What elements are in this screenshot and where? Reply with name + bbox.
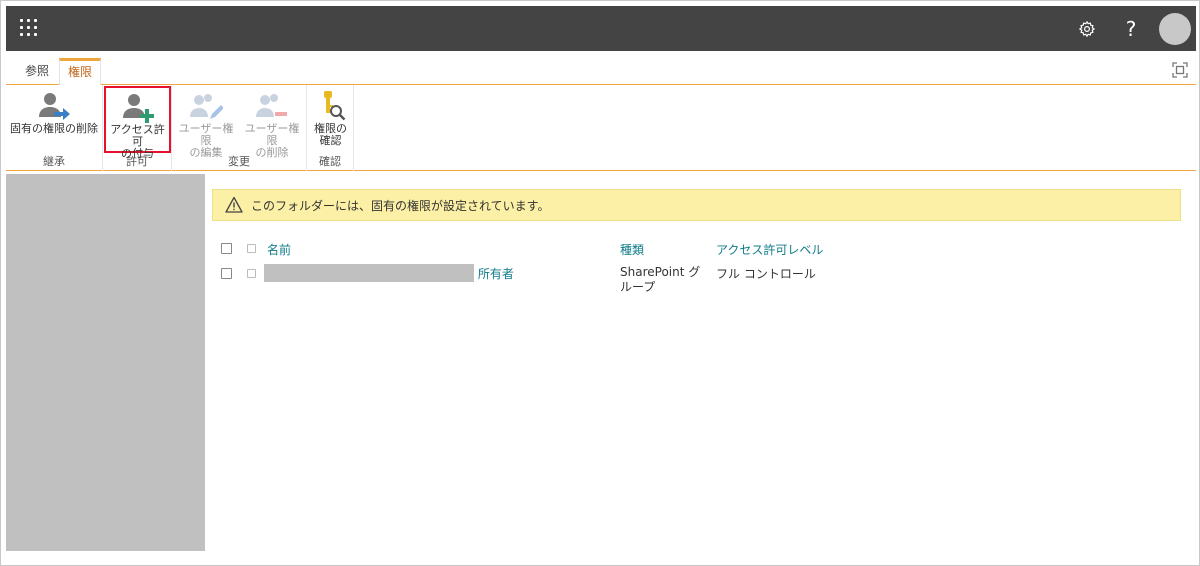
waffle-icon[interactable] (20, 19, 38, 37)
tab-browse[interactable]: 参照 (17, 58, 57, 85)
user-arrow-icon (39, 93, 70, 120)
ribbon-group-label: 継承 (43, 155, 65, 168)
row-item-checkbox[interactable] (247, 269, 256, 278)
ribbon-group-inherit: 固有の権限の削除 継承 (6, 85, 103, 171)
ribbon-group-label: 確認 (319, 155, 341, 168)
unique-permissions-warning: このフォルダーには、固有の権限が設定されています。 (212, 189, 1181, 221)
help-icon[interactable]: ? (1109, 12, 1153, 45)
row-permission-level: フル コントロール (716, 267, 816, 281)
grant-permissions-button[interactable]: アクセス許可 の付与 (104, 86, 171, 160)
group-name-link[interactable]: 所有者 (474, 265, 514, 282)
ribbon-group-label: 変更 (228, 155, 250, 168)
app-frame: ? 参照 権限 固有の権限の削除 継承 アクセス許可 の付与 許可 ユーザー権限… (0, 0, 1200, 566)
column-header-name[interactable]: 名前 (267, 241, 291, 258)
focus-on-content-icon[interactable] (1172, 62, 1188, 78)
suite-bar: ? (6, 6, 1196, 51)
ribbon-button-label: 固有の権限の削除 (10, 122, 98, 135)
remove-user-permissions-button[interactable]: ユーザー権限 の削除 (240, 87, 304, 159)
edit-user-permissions-button[interactable]: ユーザー権限 の編集 (174, 87, 238, 159)
key-search-icon (323, 91, 345, 121)
ribbon-tab-row: 参照 権限 (6, 51, 1196, 86)
tab-permissions[interactable]: 権限 (59, 58, 102, 86)
ribbon-group-modify: ユーザー権限 の編集 ユーザー権限 の削除 変更 (172, 85, 307, 171)
redacted-group-name (264, 264, 474, 282)
users-edit-icon (190, 94, 223, 119)
left-navigation (6, 174, 205, 551)
avatar[interactable] (1159, 12, 1191, 45)
column-header-permission-level[interactable]: アクセス許可レベル (716, 241, 823, 258)
user-add-icon (122, 94, 154, 123)
header-row-checkbox[interactable] (247, 244, 256, 253)
select-all-checkbox[interactable] (221, 243, 232, 254)
ribbon-group-grant: アクセス許可 の付与 許可 (103, 85, 172, 171)
ribbon-button-label: 権限の 確認 (314, 122, 347, 147)
column-header-type[interactable]: 種類 (620, 241, 644, 258)
users-remove-icon (256, 94, 287, 117)
check-permissions-button[interactable]: 権限の 確認 (309, 87, 352, 153)
ribbon-group-label: 許可 (126, 155, 148, 168)
row-type: SharePoint グ ループ (620, 265, 701, 294)
suite-bar-right: ? (1065, 12, 1191, 45)
row-checkbox[interactable] (221, 268, 232, 279)
ribbon-group-check: 権限の 確認 確認 (307, 85, 354, 171)
warning-icon (225, 196, 243, 213)
gear-icon[interactable] (1065, 12, 1109, 45)
ribbon: 固有の権限の削除 継承 アクセス許可 の付与 許可 ユーザー権限 の編集 ユーザ… (6, 85, 1196, 171)
delete-unique-permissions-button[interactable]: 固有の権限の削除 (9, 87, 99, 153)
warning-text: このフォルダーには、固有の権限が設定されています。 (251, 198, 550, 213)
